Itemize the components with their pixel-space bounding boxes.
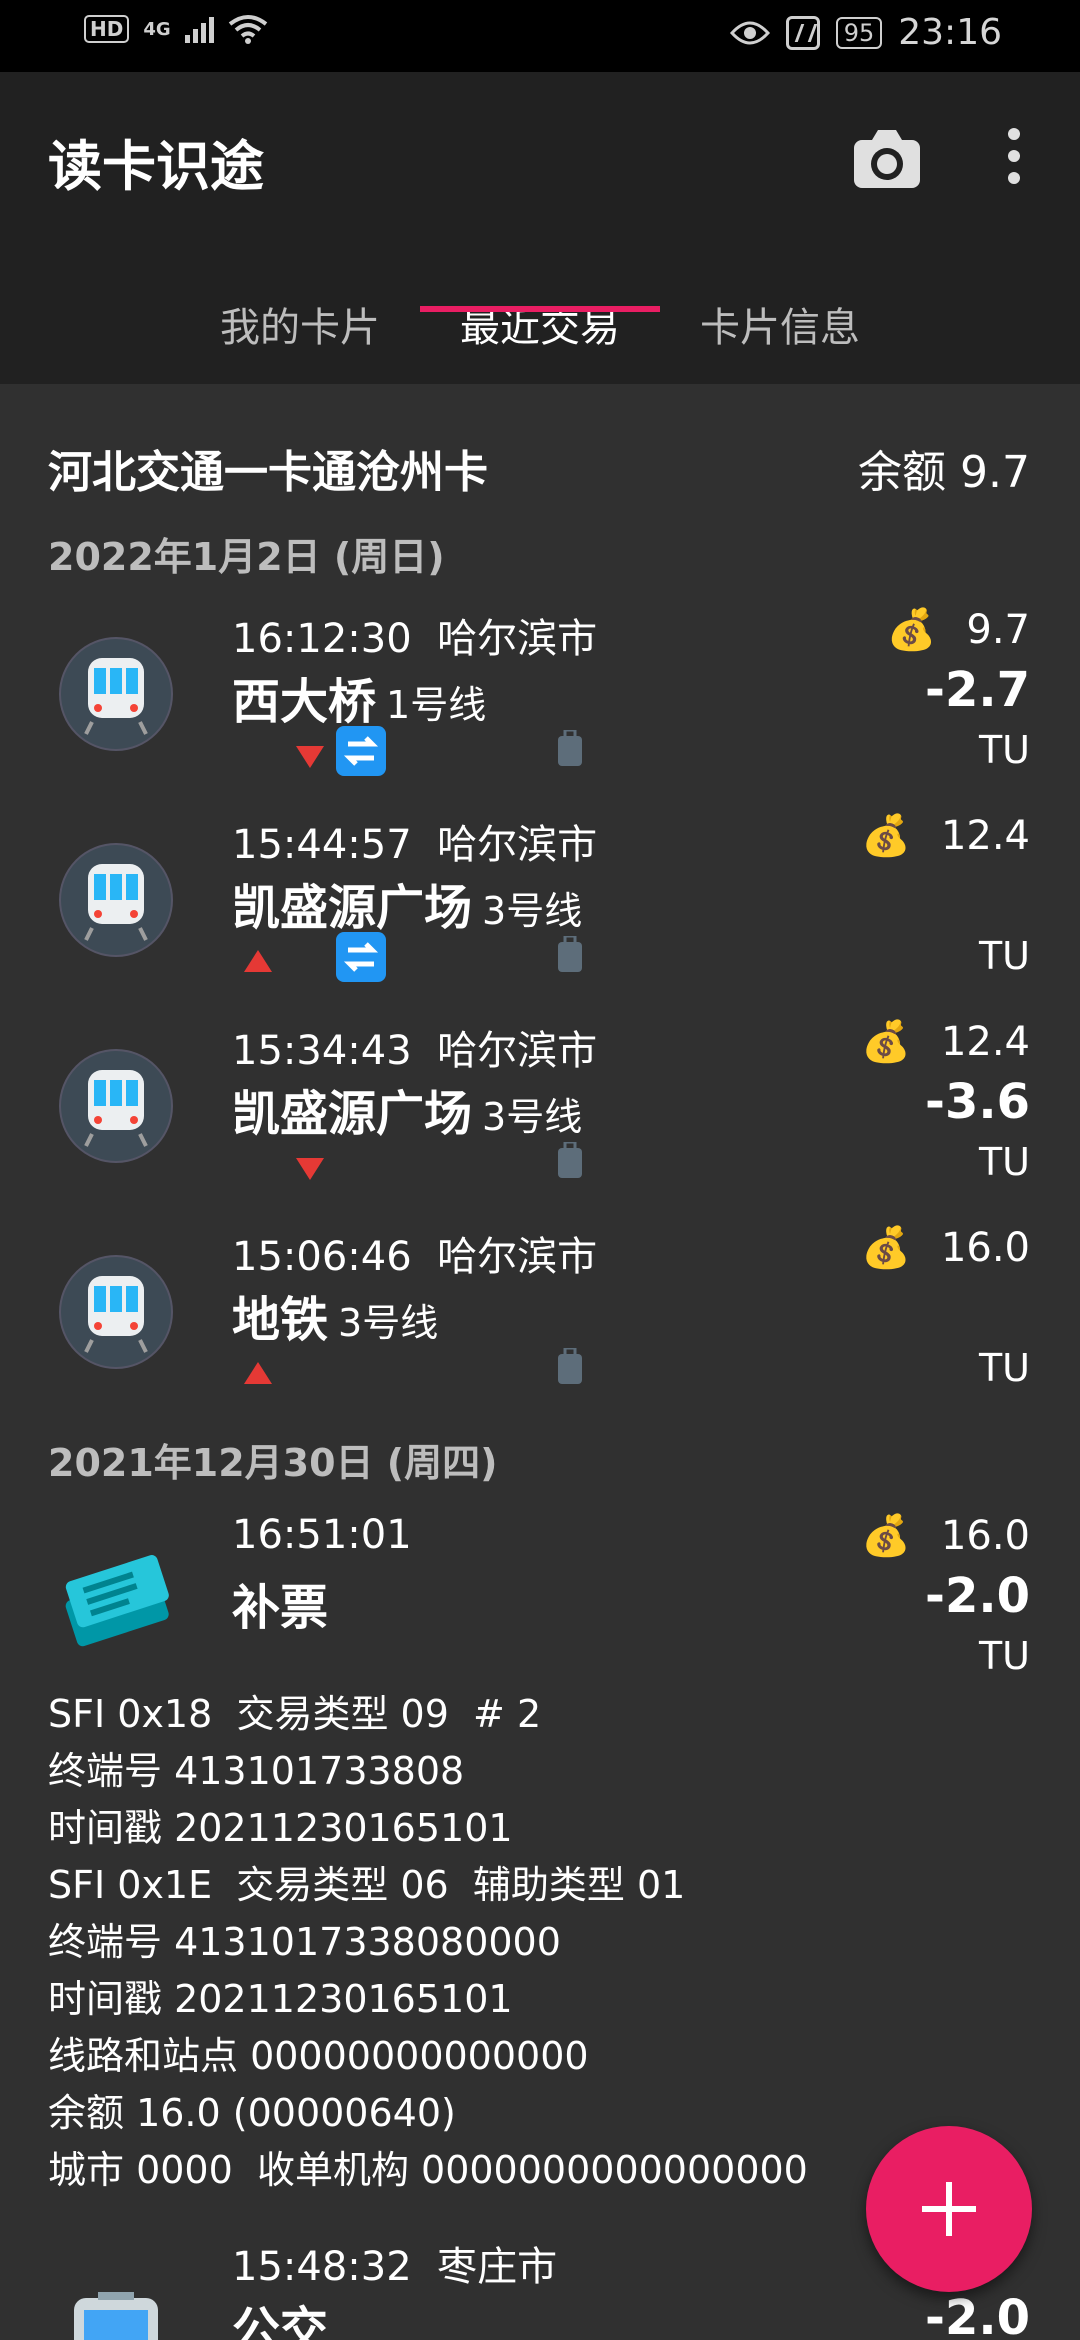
luggage-icon	[558, 730, 582, 766]
transaction-item[interactable]: 15:44:57 哈尔滨市 凯盛源广场 3号线 💰 12.4 TU	[0, 812, 1080, 1012]
transaction-amount: -2.7	[925, 662, 1030, 718]
eye-icon	[729, 21, 770, 44]
signal-icon	[184, 15, 214, 43]
more-vert-icon[interactable]	[996, 122, 1032, 202]
transaction-balance: 💰 12.4	[861, 1018, 1030, 1066]
transaction-item[interactable]: 15:34:43 哈尔滨市 凯盛源广场 3号线 💰 12.4 -3.6 TU	[0, 1018, 1080, 1218]
metro-icon	[59, 1255, 173, 1369]
transaction-unit: TU	[978, 1140, 1030, 1184]
card-name: 河北交通一卡通沧州卡	[48, 447, 488, 498]
network-label: 4G	[143, 18, 171, 40]
money-bag-icon: 💰	[861, 1513, 911, 1559]
metro-icon	[59, 637, 173, 751]
transaction-balance: 💰 12.4	[861, 812, 1030, 860]
tab-my-cards[interactable]: 我的卡片	[180, 264, 420, 384]
tab-indicator	[420, 306, 660, 312]
transaction-time: 15:44:57 哈尔滨市	[232, 822, 598, 868]
transaction-balance: 💰 16.0	[861, 1224, 1030, 1272]
transaction-amount: -2.0	[925, 2290, 1030, 2340]
detail-line: 线路和站点 00000000000000	[48, 2034, 589, 2078]
status-left: HD 4G	[84, 14, 268, 44]
detail-line: 终端号 4131017338080000	[48, 1920, 561, 1964]
transaction-station: 补票	[232, 1580, 329, 1636]
detail-line: 时间戳 20211230165101	[48, 1806, 513, 1850]
money-bag-icon: 💰	[861, 813, 911, 859]
transaction-item[interactable]: 15:06:46 哈尔滨市 地铁 3号线 💰 16.0 TU	[0, 1224, 1080, 1424]
transaction-unit: TU	[978, 1634, 1030, 1678]
detail-line: 时间戳 20211230165101	[48, 1977, 513, 2021]
transaction-station: 西大桥 1号线	[232, 674, 487, 730]
transaction-time: 16:12:30 哈尔滨市	[232, 616, 598, 662]
transaction-unit: TU	[978, 1346, 1030, 1390]
exit-arrow-icon	[296, 746, 324, 768]
money-bag-icon: 💰	[886, 607, 937, 653]
transaction-time: 15:06:46 哈尔滨市	[232, 1234, 598, 1280]
tab-bar: 我的卡片 最近交易 卡片信息	[0, 264, 1080, 384]
transaction-item[interactable]: 16:12:30 哈尔滨市 西大桥 1号线 💰 9.7 -2.7 TU	[0, 606, 1080, 806]
luggage-icon	[558, 1142, 582, 1178]
luggage-icon	[558, 1348, 582, 1384]
hd-icon: HD	[84, 15, 130, 43]
transaction-unit: TU	[978, 934, 1030, 978]
luggage-icon	[558, 936, 582, 972]
status-bar: HD 4G 95 23:16	[0, 0, 1080, 72]
detail-line: SFI 0x1E 交易类型 06 辅助类型 01	[48, 1863, 686, 1907]
bus-icon	[74, 2292, 158, 2340]
transaction-amount: -2.0	[925, 1568, 1030, 1624]
transaction-station: 凯盛源广场 3号线	[232, 1086, 583, 1142]
money-bag-icon: 💰	[861, 1225, 911, 1271]
transaction-unit: TU	[978, 728, 1030, 772]
tab-recent-transactions[interactable]: 最近交易	[420, 264, 660, 384]
status-right: 95 23:16	[729, 12, 1002, 53]
nfc-icon	[785, 15, 820, 50]
detail-line: 终端号 413101733808	[48, 1749, 465, 1793]
detail-line: 余额 16.0 (00000640)	[48, 2091, 456, 2135]
ticket-icon	[65, 1555, 169, 1647]
camera-icon[interactable]	[852, 126, 922, 192]
app-bar: 读卡识途 我的卡片 最近交易 卡片信息	[0, 72, 1080, 384]
detail-line: 城市 0000 收单机构 0000000000000000	[48, 2148, 808, 2192]
transaction-item[interactable]: 16:51:01 补票 💰 16.0 -2.0 TU	[0, 1512, 1080, 1712]
transaction-station: 地铁 3号线	[232, 1292, 439, 1348]
metro-icon	[59, 1049, 173, 1163]
transaction-time: 15:48:32 枣庄市	[232, 2244, 558, 2290]
app-title: 读卡识途	[48, 135, 264, 198]
entry-arrow-icon	[244, 1362, 272, 1384]
battery-icon: 95	[835, 16, 883, 49]
transaction-station: 公交	[232, 2302, 329, 2340]
transaction-balance: 💰 9.7	[886, 606, 1030, 654]
money-bag-icon: 💰	[861, 1019, 911, 1065]
transaction-details: SFI 0x18 交易类型 09 # 2 终端号 413101733808 时间戳 …	[48, 1686, 808, 2199]
exit-arrow-icon	[296, 1158, 324, 1180]
metro-icon	[59, 843, 173, 957]
transaction-balance: 💰 16.0	[861, 1512, 1030, 1560]
date-header: 2021年12月30日 (周四)	[48, 1441, 498, 1485]
transaction-time: 15:34:43 哈尔滨市	[232, 1028, 598, 1074]
tab-card-info[interactable]: 卡片信息	[660, 264, 900, 384]
transaction-station: 凯盛源广场 3号线	[232, 880, 583, 936]
date-header: 2022年1月2日 (周日)	[48, 535, 445, 579]
detail-line: SFI 0x18 交易类型 09 # 2	[48, 1692, 542, 1736]
entry-arrow-icon	[244, 950, 272, 972]
status-time: 23:16	[898, 12, 1002, 53]
card-balance: 余额 9.7	[858, 447, 1030, 498]
wifi-icon	[228, 15, 267, 44]
transfer-icon	[336, 932, 386, 982]
transaction-amount: -3.6	[925, 1074, 1030, 1130]
transfer-icon	[336, 726, 386, 776]
transaction-time: 16:51:01	[232, 1512, 412, 1558]
add-button[interactable]	[866, 2126, 1032, 2292]
